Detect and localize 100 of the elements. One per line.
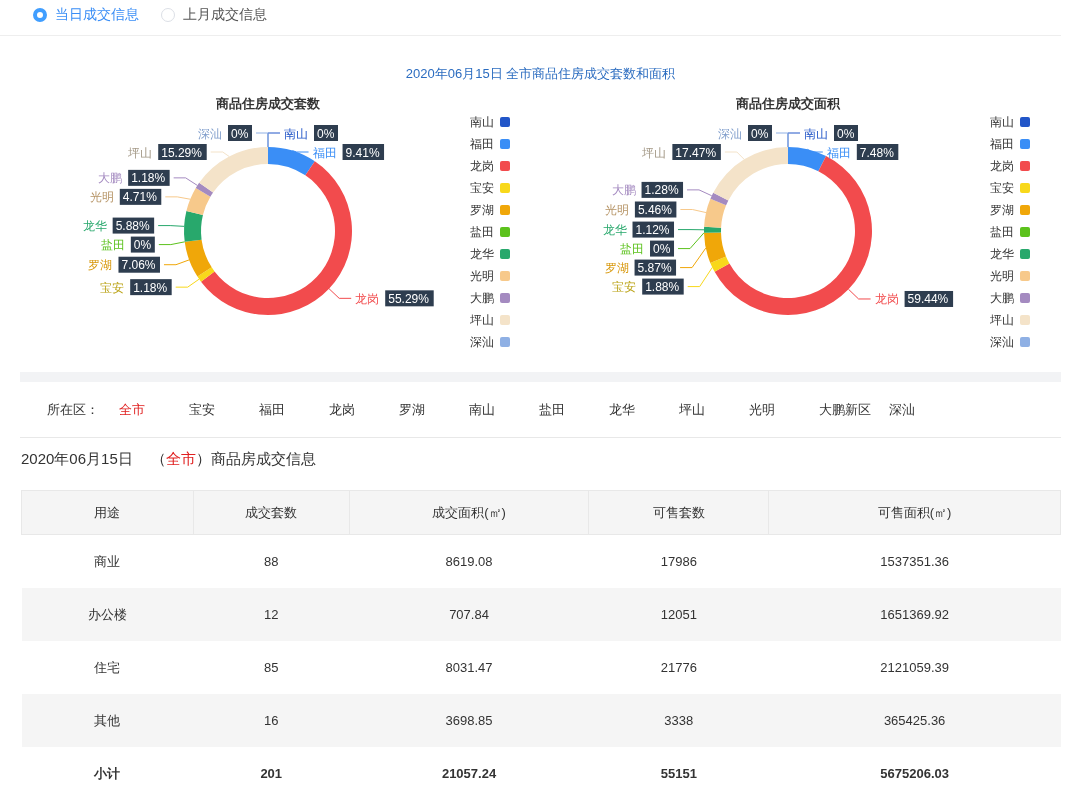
leader-line <box>807 148 824 153</box>
legend-label[interactable]: 罗湖 <box>470 203 494 217</box>
legend-label[interactable]: 罗湖 <box>990 203 1014 217</box>
legend-swatch <box>1020 315 1030 325</box>
legend-label[interactable]: 福田 <box>990 137 1014 151</box>
table-cell: 商业 <box>21 534 194 588</box>
table-cell: 办公楼 <box>21 588 194 641</box>
district-link[interactable]: 福田 <box>259 400 329 419</box>
value-label: 0% <box>228 125 252 141</box>
leader-line <box>687 266 713 288</box>
legend-label[interactable]: 宝安 <box>470 181 494 195</box>
value-label: 1.18% <box>130 279 172 296</box>
slice-label: 罗湖 <box>604 261 629 276</box>
total-cell: 小计 <box>21 747 194 800</box>
slice-label: 盐田 <box>100 238 125 253</box>
legend-swatch <box>500 139 510 149</box>
table-cell: 1651369.92 <box>768 588 1061 641</box>
legend-label[interactable]: 大鹏 <box>470 291 494 305</box>
value-label: 1.18% <box>128 169 170 186</box>
legend-label[interactable]: 宝安 <box>990 181 1014 195</box>
data-label: 1.18% <box>133 280 168 295</box>
slice-label: 光明 <box>604 203 629 217</box>
data-label: 5.46% <box>637 203 673 217</box>
legend-label[interactable]: 龙岗 <box>470 159 494 173</box>
slice-label: 坪山 <box>642 145 667 160</box>
district-link[interactable]: 宝安 <box>189 400 259 419</box>
column-header: 可售面积(㎡) <box>768 490 1061 535</box>
district-link[interactable]: 深汕 <box>889 400 959 419</box>
legend-swatch <box>1020 205 1030 215</box>
table-heading: （全市）商品房成交信息 <box>150 450 316 467</box>
legend-swatch <box>500 117 510 127</box>
legend-label[interactable]: 光明 <box>470 269 494 283</box>
value-label: 7.06% <box>118 256 160 273</box>
table-cell: 3338 <box>588 694 769 747</box>
radio-label[interactable]: 上月成交信息 <box>183 6 267 24</box>
legend-label[interactable]: 坪山 <box>990 313 1014 327</box>
slice-label: 大鹏 <box>98 171 123 186</box>
slice-label: 龙岗 <box>874 292 899 307</box>
radio-button[interactable] <box>33 8 47 22</box>
legend-label[interactable]: 盐田 <box>470 225 494 239</box>
table-cell: 12051 <box>588 588 769 641</box>
value-label: 5.46% <box>634 201 677 218</box>
district-link[interactable]: 全市 <box>119 400 189 419</box>
district-link[interactable]: 龙岗 <box>329 400 399 419</box>
legend-label[interactable]: 南山 <box>470 115 494 129</box>
data-label: 4.71% <box>122 190 158 205</box>
column-header: 可售套数 <box>588 490 769 535</box>
legend-label[interactable]: 龙岗 <box>990 159 1014 173</box>
legend-label[interactable]: 龙华 <box>990 247 1014 261</box>
leader-line <box>210 151 230 157</box>
slice-label: 深汕 <box>198 126 222 141</box>
leader-line <box>291 150 310 153</box>
table-cell: 16 <box>193 694 350 747</box>
district-link[interactable]: 罗湖 <box>399 400 469 419</box>
value-label: 1.12% <box>632 221 674 238</box>
value-label: 0% <box>748 125 772 141</box>
table-cell: 85 <box>193 641 350 694</box>
district-link[interactable]: 光明 <box>749 400 819 419</box>
data-label: 1.12% <box>635 223 670 238</box>
legend-label[interactable]: 盐田 <box>990 225 1014 239</box>
leader-line <box>328 288 352 299</box>
district-link[interactable]: 南山 <box>469 400 539 419</box>
legend-swatch <box>500 249 510 259</box>
legend-swatch <box>500 293 510 303</box>
slice-label: 光明 <box>89 190 114 205</box>
column-header: 用途 <box>21 490 194 535</box>
legend-swatch <box>1020 117 1030 127</box>
legend-label[interactable]: 南山 <box>990 115 1014 129</box>
data-label: 1.18% <box>131 171 166 186</box>
district-link[interactable]: 盐田 <box>539 400 609 419</box>
value-label: 0% <box>650 240 674 257</box>
leader-line <box>164 196 191 200</box>
legend-label[interactable]: 光明 <box>990 269 1014 283</box>
slice-label: 宝安 <box>100 280 125 295</box>
value-label: 0% <box>834 125 858 141</box>
data-label: 17.47% <box>675 145 717 160</box>
legend-label[interactable]: 龙华 <box>470 247 494 261</box>
value-label: 1.28% <box>641 181 684 198</box>
total-cell: 5675206.03 <box>768 747 1061 800</box>
table-cell: 365425.36 <box>768 694 1061 747</box>
legend-label[interactable]: 坪山 <box>470 313 494 327</box>
leader-line <box>848 288 872 300</box>
leader-line <box>679 247 707 269</box>
legend-label[interactable]: 深汕 <box>470 335 494 349</box>
value-label: 0% <box>314 125 338 141</box>
legend-label[interactable]: 大鹏 <box>990 291 1014 305</box>
table-cell: 8619.08 <box>349 534 589 588</box>
district-link[interactable]: 龙华 <box>609 400 679 419</box>
legend-label[interactable]: 深汕 <box>990 335 1014 349</box>
slice-label: 龙华 <box>602 223 627 238</box>
chart-title: 商品住房成交套数 <box>216 96 320 111</box>
district-link[interactable]: 坪山 <box>679 400 749 419</box>
legend-label[interactable]: 福田 <box>470 137 494 151</box>
leader-line <box>175 278 200 288</box>
legend-swatch <box>1020 183 1030 193</box>
value-label: 0% <box>130 236 155 253</box>
legend-swatch <box>500 205 510 215</box>
heading-date: 2020年06月15日 <box>21 450 133 467</box>
district-link[interactable]: 大鹏新区 <box>819 400 889 419</box>
legend-swatch <box>1020 293 1030 303</box>
